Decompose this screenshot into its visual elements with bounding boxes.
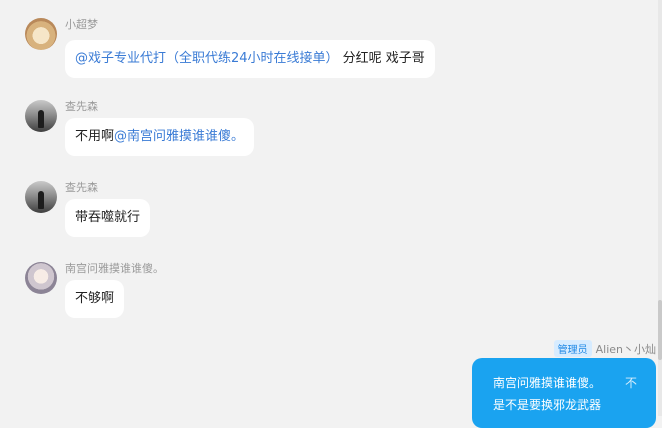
message-text: 不够啊 — [75, 291, 115, 306]
sender-name[interactable]: Alien丶小灿 — [596, 341, 656, 357]
scrollbar[interactable] — [658, 0, 662, 416]
anime-avatar-icon[interactable] — [25, 262, 57, 294]
message-bubble[interactable]: 不用啊@南宫问雅摸谁谁傻。 — [65, 118, 255, 156]
sender-name[interactable]: 查先森 — [65, 179, 98, 195]
message-bubble[interactable]: 带吞噬就行 — [65, 199, 151, 237]
dog-avatar-icon[interactable] — [25, 18, 57, 50]
admin-badge: 管理员 — [553, 340, 592, 357]
message-text: 分红呢 戏子哥 — [338, 51, 425, 66]
message-text: 带吞噬就行 — [75, 210, 141, 225]
sender-name[interactable]: 查先森 — [65, 98, 98, 114]
dark-figure-avatar-icon[interactable] — [25, 181, 57, 213]
mention-link[interactable]: @南宫问雅摸谁谁傻。 — [114, 129, 244, 144]
sender-name[interactable]: 南宫问雅摸谁谁傻。 — [65, 260, 164, 276]
self-message-bubble[interactable]: 南宫问雅摸谁谁傻。 不 是不是要换邪龙武器 — [472, 358, 656, 428]
message-text-tail: 不 — [625, 376, 638, 390]
mention-link[interactable]: @戏子专业代打（全职代练24小时在线接单） — [75, 51, 339, 66]
scrollbar-thumb[interactable] — [658, 300, 662, 360]
message-text-line1: 南宫问雅摸谁谁傻。 — [493, 376, 602, 390]
message-text-line2: 是不是要换邪龙武器 — [493, 398, 602, 412]
self-message-header: 管理员 Alien丶小灿 — [553, 340, 656, 357]
message-text: 不用啊 — [75, 129, 115, 144]
dark-figure-avatar-icon[interactable] — [25, 100, 57, 132]
message-bubble[interactable]: 不够啊 — [65, 280, 125, 318]
sender-name[interactable]: 小超梦 — [65, 16, 98, 32]
message-bubble[interactable]: @戏子专业代打（全职代练24小时在线接单） 分红呢 戏子哥 — [65, 40, 435, 78]
